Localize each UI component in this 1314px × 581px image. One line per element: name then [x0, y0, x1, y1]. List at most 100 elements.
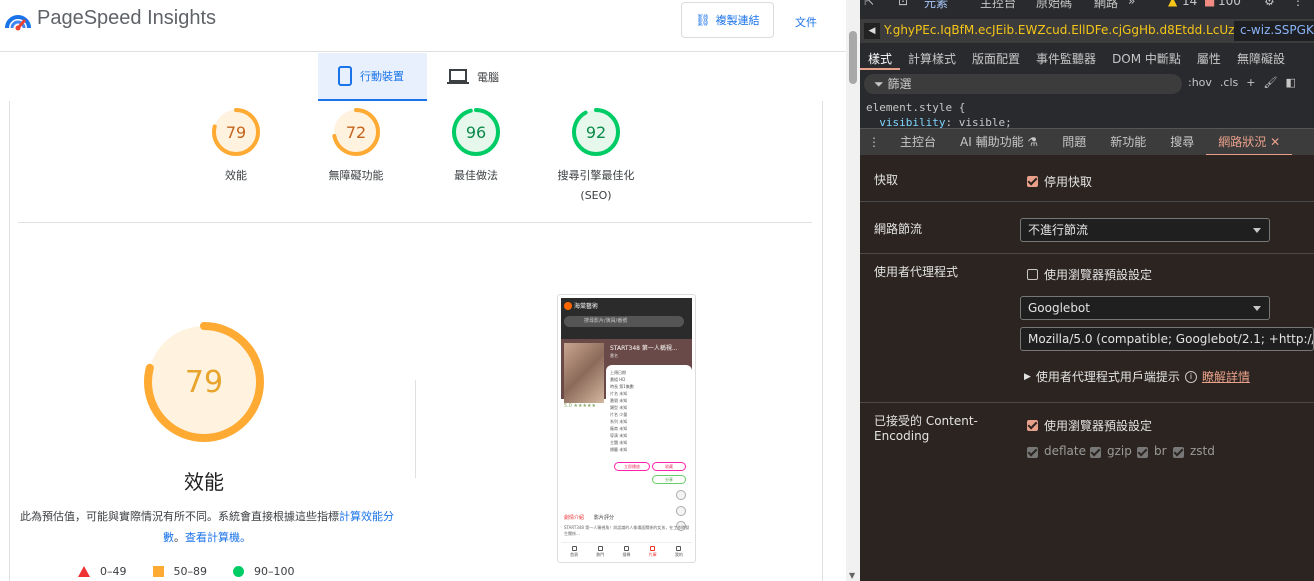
drawer-tab-console[interactable]: 主控台: [888, 129, 948, 156]
row-divider: [860, 253, 1314, 254]
phone-nav-item: 熱門: [596, 546, 604, 560]
disable-cache-label: 停用快取: [1044, 175, 1093, 189]
error-count[interactable]: 100: [1218, 0, 1241, 8]
info-line: 系列 未知: [610, 419, 628, 424]
br-checkbox[interactable]: [1137, 447, 1148, 458]
score-gauge-best-practices[interactable]: 96: [451, 107, 501, 157]
throttle-select[interactable]: 不進行節流: [1020, 218, 1270, 242]
ua-client-hints[interactable]: ▶ 使用者代理程式用戶端提示 i 瞭解詳情: [1024, 368, 1250, 385]
scroll-down-arrow-icon[interactable]: ▼: [849, 571, 855, 580]
tab-styles[interactable]: 樣式: [860, 46, 901, 70]
ua-default-checkbox[interactable]: [1027, 269, 1038, 280]
breadcrumb-item[interactable]: Y.ghyPEc.IqBfM.ecJEib.EWZcud.EllDFe.cjGg…: [884, 23, 1250, 37]
tab-elements[interactable]: 元素: [924, 0, 948, 11]
phone-tab-b: 影片評分: [594, 515, 615, 521]
hov-toggle[interactable]: :hov: [1188, 76, 1212, 89]
score-gauge-seo[interactable]: 92: [571, 107, 621, 157]
kebab-menu-icon[interactable]: ⋮: [1292, 0, 1304, 8]
drawer-tab-search[interactable]: 搜尋: [1158, 129, 1206, 156]
user-agent-select[interactable]: Googlebot: [1020, 296, 1270, 320]
score-label-performance: 效能: [225, 169, 247, 182]
drawer-tab-whats-new[interactable]: 新功能: [1098, 129, 1158, 156]
network-conditions-pane: 快取 停用快取 網路節流 不進行節流 使用者代理程式 使用瀏覽器預設設定 Goo…: [860, 155, 1314, 581]
expand-triangle-icon: ▶: [1024, 371, 1031, 382]
br-label: br: [1154, 444, 1167, 458]
mobile-screenshot[interactable]: 海棠藝術 搜尋影片/演員/番號 START348 第一人稱視... 番名 上傳日…: [557, 294, 696, 563]
styles-toolbar: :hov .cls + 🖌 ◧: [1188, 76, 1296, 89]
tab-computed[interactable]: 計算樣式: [900, 46, 964, 70]
more-tabs-icon[interactable]: »: [1128, 0, 1135, 8]
flask-icon: ⚗: [1027, 134, 1039, 149]
gzip-checkbox[interactable]: [1090, 447, 1101, 458]
note-text: 此為預估值，可能與實際情況有所不同。系統會直接根據這些指標: [20, 510, 339, 523]
tab-properties[interactable]: 屬性: [1189, 46, 1229, 70]
encoding-default-label: 使用瀏覽器預設設定: [1044, 419, 1153, 433]
tab-network[interactable]: 網路: [1094, 0, 1118, 11]
drawer-tab-ai-assistance[interactable]: AI 輔助功能 ⚗: [948, 129, 1050, 156]
legend-fail-label: 0–49: [100, 565, 127, 578]
chevron-down-icon: [1253, 306, 1261, 311]
paint-icon[interactable]: 🖌: [1263, 76, 1277, 89]
pagespeed-panel: PageSpeed Insights ⛓ 複製連結 文件 行動裝置 電腦 79 …: [0, 0, 860, 581]
deflate-checkbox[interactable]: [1027, 447, 1038, 458]
tab-console[interactable]: 主控台: [980, 0, 1016, 11]
devtools-main-tabs: ⇱ ⊡ 元素 主控台 原始碼 網路 » ▲ 14 ■ 100 ⚙ ⋮: [860, 0, 1314, 16]
device-toggle-icon[interactable]: ⊡: [898, 0, 908, 8]
tab-desktop[interactable]: 電腦: [427, 53, 527, 101]
tab-sources[interactable]: 原始碼: [1036, 0, 1072, 11]
score-label-best-practices: 最佳做法: [454, 169, 498, 182]
cls-toggle[interactable]: .cls: [1220, 76, 1238, 89]
warning-count[interactable]: 14: [1182, 0, 1197, 8]
tab-event-listeners[interactable]: 事件監聽器: [1028, 46, 1104, 70]
docs-link[interactable]: 文件: [795, 14, 817, 30]
phone-brand-text: 海棠藝術: [574, 303, 599, 310]
zstd-checkbox[interactable]: [1173, 447, 1184, 458]
phone-nav-label: 搜尋: [622, 552, 631, 557]
styles-subtabs: 樣式 計算樣式 版面配置 事件監聽器 DOM 中斷點 屬性 無障礙設: [860, 46, 1314, 70]
breadcrumb-scroll-left-icon[interactable]: ◀: [864, 23, 880, 39]
pagespeed-logo-icon: [5, 15, 31, 31]
styles-filter-input[interactable]: ⏷ 篩選: [864, 74, 1182, 94]
calculator-link[interactable]: 查看計算機: [185, 531, 240, 544]
scrollbar-thumb[interactable]: [849, 31, 857, 84]
tab-mobile[interactable]: 行動裝置: [318, 53, 427, 101]
phone-brand: 海棠藝術: [564, 301, 598, 310]
phone-description: START348 第一人稱視角！與認識的人像場面關係的女孩，在工作時發生關係..…: [564, 525, 690, 536]
disable-cache-checkbox[interactable]: [1027, 176, 1038, 187]
phone-play-button: 立即播放: [614, 462, 650, 471]
score-gauge-performance[interactable]: 79: [211, 107, 261, 157]
phone-nav-label: 片庫: [648, 552, 657, 557]
encoding-default-checkbox[interactable]: [1027, 420, 1038, 431]
settings-icon[interactable]: ⚙: [1264, 0, 1275, 8]
phone-poster: [564, 343, 604, 403]
copy-link-button[interactable]: ⛓ 複製連結: [681, 2, 774, 38]
user-icon: [676, 546, 682, 551]
add-rule-icon[interactable]: +: [1246, 76, 1255, 89]
phone-icon: [338, 66, 352, 86]
drawer-menu-icon[interactable]: ⋮: [860, 135, 888, 149]
column-divider: [415, 380, 416, 478]
content-border-left: [9, 101, 10, 581]
sidebar-toggle-icon[interactable]: ◧: [1285, 76, 1295, 89]
user-agent-input[interactable]: Mozilla/5.0 (compatible; Googlebot/2.1; …: [1020, 327, 1314, 351]
fire-icon: [597, 546, 603, 551]
learn-more-link[interactable]: 瞭解詳情: [1202, 368, 1250, 385]
close-icon[interactable]: ✕: [1270, 135, 1280, 149]
inspect-icon[interactable]: ⇱: [864, 0, 874, 8]
zstd-label: zstd: [1190, 444, 1215, 458]
breadcrumb-item-selected[interactable]: c-wiz.SSPGKf: [1234, 21, 1314, 41]
phone-rating: 5.0 ★★★★★: [564, 403, 596, 409]
info-line: 廠商 未知: [610, 426, 628, 431]
tab-dom-breakpoints[interactable]: DOM 中斷點: [1104, 46, 1189, 70]
page-scrollbar[interactable]: [846, 0, 860, 581]
drawer-tab-issues[interactable]: 問題: [1050, 129, 1098, 156]
drawer-tab-network-conditions[interactable]: 網路狀況 ✕: [1206, 129, 1293, 156]
style-selector: element.style {: [866, 101, 966, 114]
warning-icon: ▲: [1168, 0, 1178, 8]
tab-accessibility[interactable]: 無障礙設: [1229, 46, 1293, 70]
tab-layout[interactable]: 版面配置: [964, 46, 1028, 70]
score-label-seo-line2: (SEO): [580, 189, 612, 202]
main-score-value: 79: [184, 364, 224, 400]
score-gauge-accessibility[interactable]: 72: [331, 107, 381, 157]
info-line: 片名 少量: [610, 412, 628, 417]
